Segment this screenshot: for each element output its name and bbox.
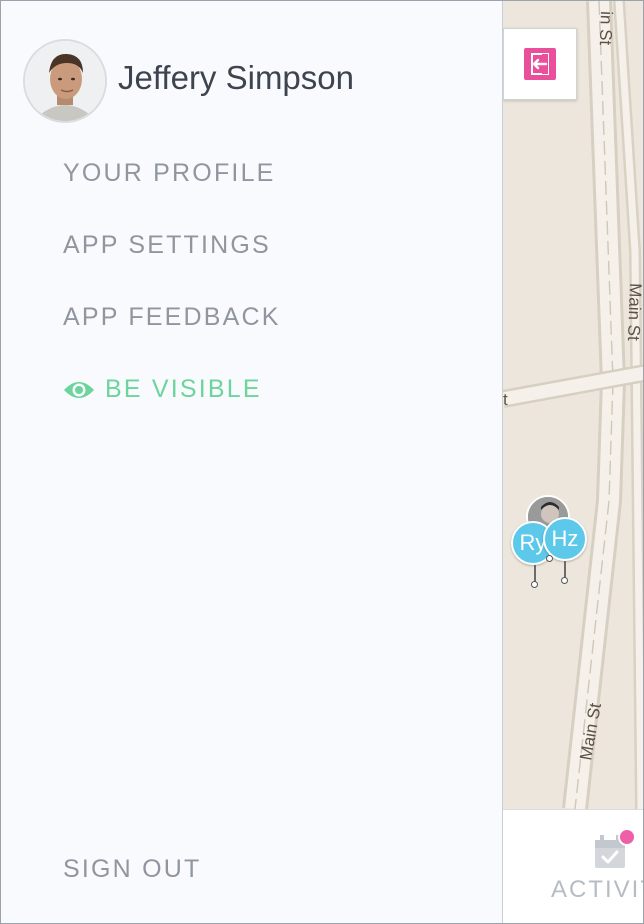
pin-initials: Hz [551,526,579,551]
map-view[interactable]: in St Main St Main St t Ry Hz [503,1,644,809]
notification-badge [618,828,636,846]
cross-street-label: t [503,390,508,409]
menu-item-app-feedback[interactable]: APP FEEDBACK [63,303,281,332]
pin-anchor [531,581,538,588]
pin-anchor [561,577,568,584]
user-name: Jeffery Simpson [118,59,354,96]
side-drawer: Jeffery Simpson YOUR PROFILE APP SETTING… [1,1,503,923]
avatar[interactable] [23,39,107,123]
app-frame: in St Main St Main St t Ry Hz ACTIVI Jef… [0,0,644,924]
pin-anchor [546,555,553,562]
street-label-right: Main St [624,283,644,342]
bottom-tab-bar: ACTIVIT [503,809,643,923]
close-drawer-button[interactable] [503,28,577,100]
map-streets: in St Main St Main St t [503,1,644,809]
menu-item-app-settings[interactable]: APP SETTINGS [63,231,271,260]
tab-activity-label: ACTIVIT [551,876,643,903]
be-visible-label: BE VISIBLE [105,375,262,403]
menu-item-your-profile[interactable]: YOUR PROFILE [63,159,276,188]
sign-out-button[interactable]: SIGN OUT [63,855,201,884]
exit-icon [524,48,556,80]
user-photo-icon [25,41,105,121]
eye-icon [64,381,94,398]
be-visible-toggle[interactable]: BE VISIBLE [63,375,262,404]
street-label-top: in St [596,11,616,46]
